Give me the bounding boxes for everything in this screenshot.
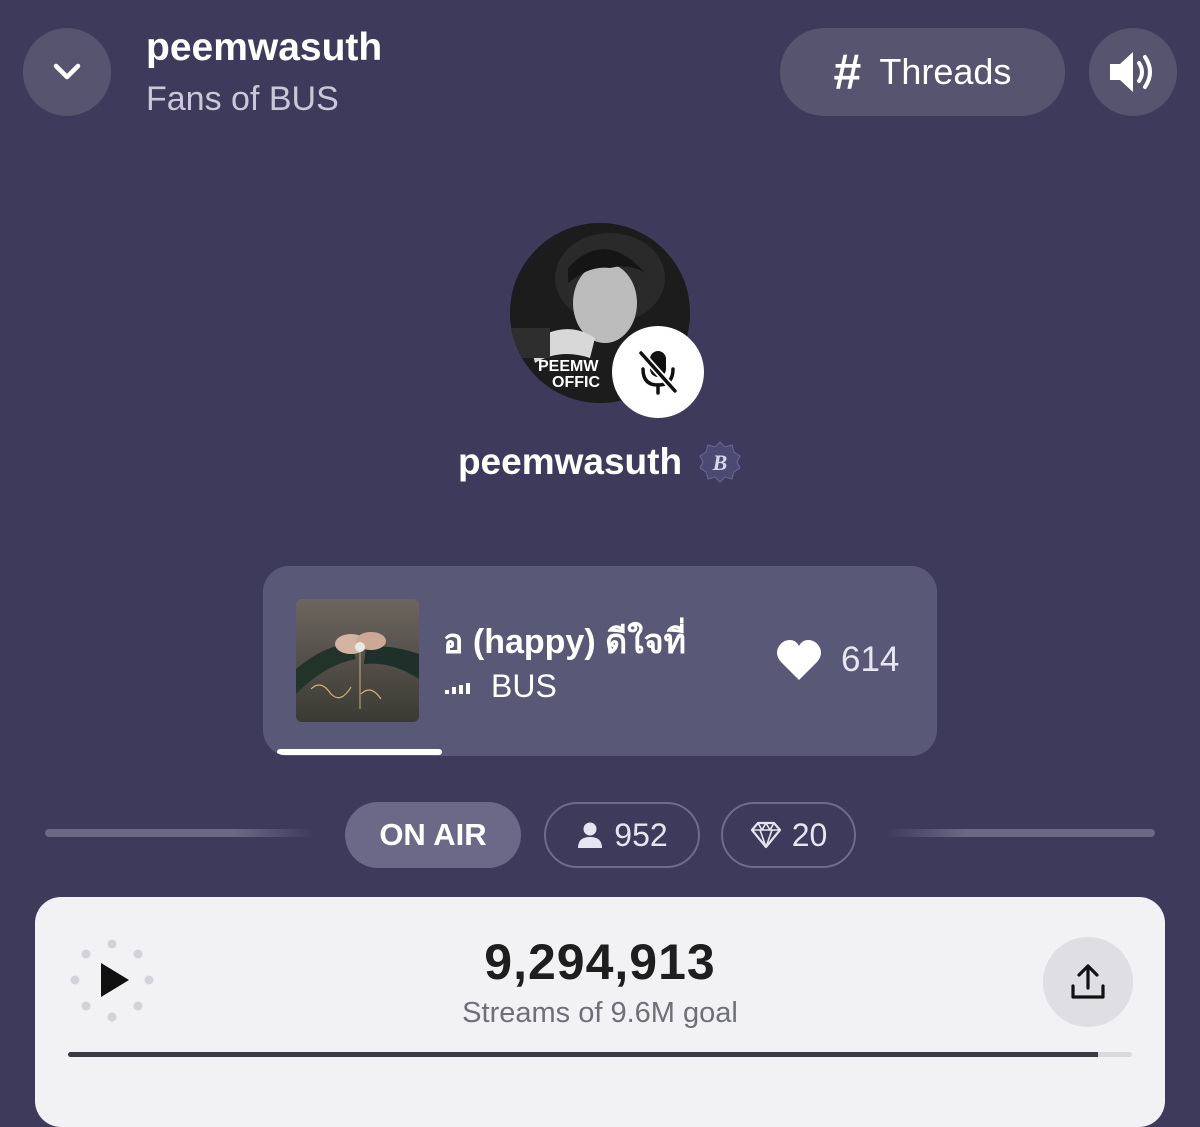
- on-air-badge: ON AIR: [345, 802, 521, 868]
- track-artist-row: BUS: [445, 668, 557, 705]
- channel-title: peemwasuth: [146, 26, 383, 69]
- goal-progress-fill: [68, 1052, 1098, 1057]
- divider-right: [885, 829, 1155, 837]
- mic-off-icon: [637, 349, 679, 395]
- stream-count: 9,294,913: [484, 934, 716, 990]
- share-button[interactable]: [1043, 937, 1133, 1027]
- mic-muted-badge: [612, 326, 704, 418]
- track-title: อ (happy) ดีใจที่: [443, 623, 687, 661]
- diamond-icon: [750, 821, 781, 849]
- divider-left: [45, 829, 315, 837]
- share-icon: [1071, 964, 1105, 999]
- like-count: 614: [841, 640, 900, 679]
- verified-badge-icon: B: [699, 441, 741, 483]
- person-icon: [578, 822, 603, 848]
- svg-text:B: B: [712, 450, 728, 475]
- hash-icon: #: [833, 44, 862, 100]
- threads-label: Threads: [879, 51, 1012, 92]
- stream-goal-panel: 9,294,913 Streams of 9.6M goal: [35, 897, 1165, 1127]
- like-button[interactable]: 614: [775, 638, 899, 682]
- stream-goal-label: Streams of 9.6M goal: [462, 997, 738, 1029]
- now-playing-card[interactable]: อ (happy) ดีใจที่ BUS 614: [263, 566, 937, 756]
- host-name[interactable]: peemwasuth: [458, 441, 682, 483]
- channel-subtitle: Fans of BUS: [146, 80, 339, 118]
- listeners-pill[interactable]: 952: [544, 802, 700, 868]
- sound-button[interactable]: [1089, 28, 1177, 116]
- chevron-down-icon: [53, 63, 81, 80]
- gem-count: 20: [791, 816, 828, 853]
- svg-text:OFFIC: OFFIC: [552, 374, 600, 391]
- track-artist: BUS: [491, 668, 557, 704]
- speaker-icon: [1110, 52, 1152, 92]
- goal-progress-track: [68, 1052, 1132, 1057]
- track-progress-bar: [277, 749, 442, 755]
- collapse-button[interactable]: [23, 28, 111, 116]
- host-name-row: peemwasuth B: [0, 440, 1200, 484]
- heart-icon: [777, 640, 821, 680]
- album-art: [296, 599, 419, 722]
- equalizer-icon: [445, 682, 470, 694]
- gems-pill[interactable]: 20: [721, 802, 856, 868]
- avatar-text: PEEMW: [538, 358, 599, 375]
- threads-button[interactable]: # Threads: [780, 28, 1065, 116]
- listener-count: 952: [614, 816, 668, 853]
